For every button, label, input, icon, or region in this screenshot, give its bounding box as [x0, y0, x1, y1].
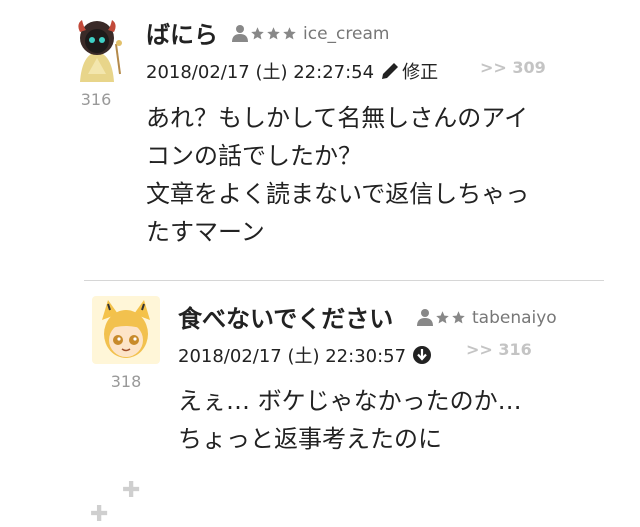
- star-icon: [282, 26, 297, 41]
- post-body: えぇ… ボケじゃなかったのか… ちょっと返事考えたのに: [178, 382, 522, 458]
- pencil-icon[interactable]: [380, 61, 400, 81]
- avatar[interactable]: [70, 14, 124, 86]
- post-meta: 2018/02/17 (土) 22:30:57: [178, 342, 432, 368]
- user-id[interactable]: ice_cream: [303, 24, 389, 44]
- edit-link[interactable]: 修正: [402, 58, 438, 84]
- plus-icon[interactable]: ✚: [122, 478, 140, 503]
- body-line: あれ？もしかして名無しさんのアイ: [146, 104, 529, 132]
- post-316: 316 ばにら ice_cream 2018/02/17 (土) 22:27:5…: [0, 0, 640, 270]
- star-icon: [435, 310, 450, 325]
- rank-badge: [231, 24, 297, 42]
- post-meta: 2018/02/17 (土) 22:27:54 修正: [146, 58, 438, 84]
- post-divider: [84, 280, 604, 281]
- body-line: たすマーン: [146, 218, 265, 246]
- post-318: 318 食べないでください tabenaiyo 2018/02/17 (土) 2…: [0, 282, 640, 482]
- post-body: あれ？もしかして名無しさんのアイ コンの話でしたか？ 文章をよく読まないで返信し…: [146, 99, 529, 251]
- plus-icon[interactable]: ✚: [90, 502, 108, 527]
- person-icon: [416, 308, 434, 326]
- body-line: コンの話でしたか？: [146, 142, 362, 170]
- user-id[interactable]: tabenaiyo: [472, 308, 557, 328]
- post-number: 318: [110, 372, 142, 391]
- reply-reference[interactable]: >> 309: [480, 58, 546, 77]
- circle-arrow-down-icon[interactable]: [412, 345, 432, 365]
- star-icon: [451, 310, 466, 325]
- reply-reference[interactable]: >> 316: [466, 340, 532, 359]
- avatar[interactable]: [92, 296, 160, 364]
- timestamp: 2018/02/17 (土) 22:27:54: [146, 62, 375, 83]
- username[interactable]: 食べないでください: [178, 299, 393, 334]
- rank-badge: [416, 308, 466, 326]
- person-icon: [231, 24, 249, 42]
- username[interactable]: ばにら: [146, 15, 218, 50]
- post-number: 316: [80, 90, 112, 109]
- timestamp: 2018/02/17 (土) 22:30:57: [178, 346, 407, 367]
- star-icon: [250, 26, 265, 41]
- body-line: 文章をよく読まないで返信しちゃっ: [146, 180, 530, 208]
- body-line: えぇ… ボケじゃなかったのか…: [178, 387, 522, 415]
- body-line: ちょっと返事考えたのに: [178, 425, 442, 453]
- star-icon: [266, 26, 281, 41]
